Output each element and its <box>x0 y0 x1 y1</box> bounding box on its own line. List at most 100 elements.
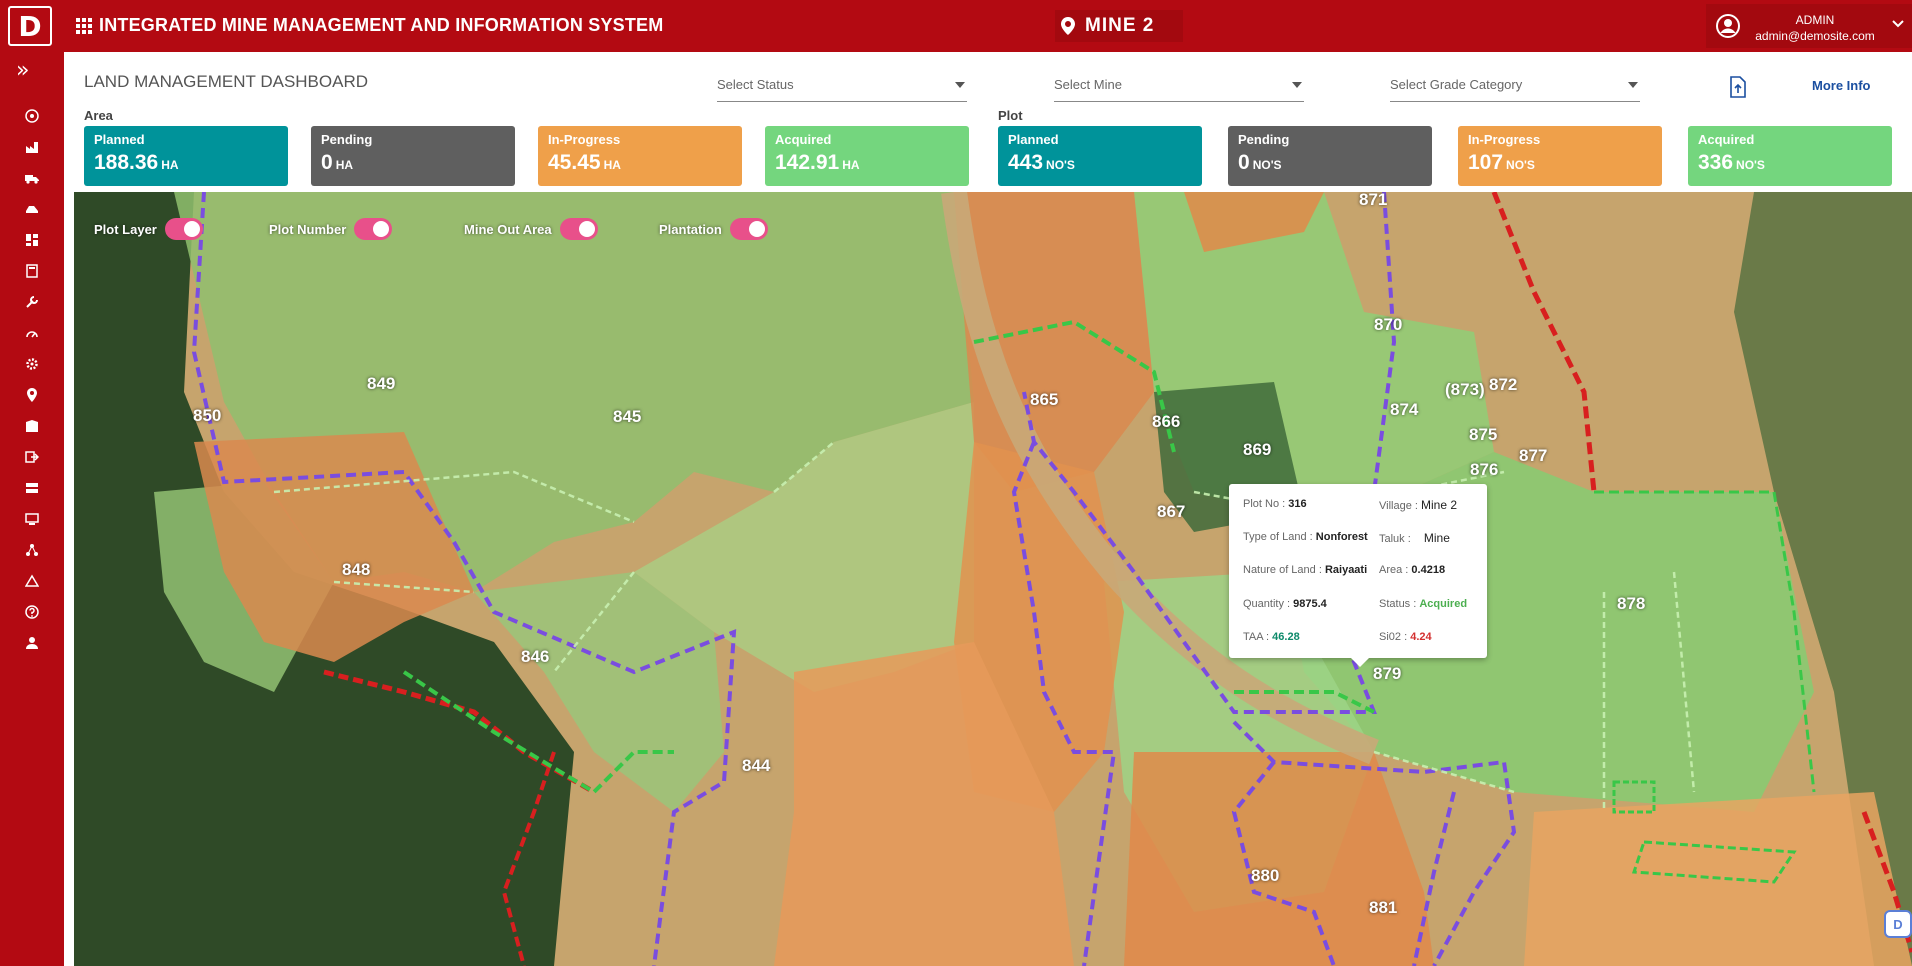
server-icon[interactable] <box>24 480 40 496</box>
card-value: 107 NO'S <box>1468 151 1535 174</box>
mine-select[interactable]: Select Mine <box>1054 72 1304 102</box>
plot-label[interactable]: 848 <box>342 560 370 580</box>
vehicle-icon[interactable] <box>24 201 40 217</box>
area-in-progress-card[interactable]: In-Progress 45.45 HA <box>538 126 742 186</box>
plot-label[interactable]: 866 <box>1152 412 1180 432</box>
land-map[interactable]: Plot Layer Plot Number Mine Out Area Pla… <box>74 192 1912 966</box>
card-label: Planned <box>94 132 145 147</box>
plot-label[interactable]: 871 <box>1359 192 1387 210</box>
toggle-label: Plot Layer <box>94 221 157 237</box>
tools-icon[interactable] <box>24 294 40 310</box>
plot-label[interactable]: 870 <box>1374 315 1402 335</box>
radar-icon[interactable] <box>24 108 40 124</box>
plot-label[interactable]: 881 <box>1369 898 1397 918</box>
plot-label[interactable]: 880 <box>1251 866 1279 886</box>
current-mine-selector[interactable]: MINE 2 <box>1055 10 1183 42</box>
area-planned-card[interactable]: Planned 188.36 HA <box>84 126 288 186</box>
plot-label[interactable]: 877 <box>1519 446 1547 466</box>
card-label: Planned <box>1008 132 1059 147</box>
card-value: 0 NO'S <box>1238 151 1282 174</box>
plot-planned-card[interactable]: Planned 443 NO'S <box>998 126 1202 186</box>
factory-icon[interactable] <box>24 139 40 155</box>
sidebar-expand-icon[interactable]: » <box>16 58 29 83</box>
card-label: Acquired <box>1698 132 1755 147</box>
area-pending-card[interactable]: Pending 0 HA <box>311 126 515 186</box>
app-logo[interactable]: D <box>8 6 52 46</box>
truck-icon[interactable] <box>24 170 40 186</box>
settings-icon[interactable] <box>24 356 40 372</box>
grade-category-select[interactable]: Select Grade Category <box>1390 72 1640 102</box>
grade-select-placeholder: Select Grade Category <box>1390 77 1523 92</box>
monitor-icon[interactable] <box>24 511 40 527</box>
plot-label[interactable]: 849 <box>367 374 395 394</box>
popup-status: Status : Acquired <box>1379 598 1468 610</box>
plot-label[interactable]: 846 <box>521 647 549 667</box>
toggle-switch[interactable] <box>354 218 393 240</box>
sidebar: » <box>0 52 64 966</box>
card-value: 0 HA <box>321 151 354 174</box>
plot-section-label: Plot <box>998 108 1023 123</box>
plot-label[interactable]: 865 <box>1030 390 1058 410</box>
plot-label[interactable]: 844 <box>742 756 770 776</box>
plot-label[interactable]: 879 <box>1373 664 1401 684</box>
status-select-placeholder: Select Status <box>717 77 794 92</box>
mine-out-area-toggle[interactable]: Mine Out Area <box>464 218 598 240</box>
plot-info-popup: Plot No : 316 Village : Mine 2 Type of L… <box>1229 484 1487 667</box>
network-icon[interactable] <box>24 542 40 558</box>
toggle-switch[interactable] <box>164 218 203 240</box>
popup-quantity: Quantity : 9875.4 <box>1243 598 1327 610</box>
export-icon[interactable] <box>24 449 40 465</box>
gauge-icon[interactable] <box>24 325 40 341</box>
card-label: Pending <box>1238 132 1290 147</box>
toggle-switch[interactable] <box>729 218 768 240</box>
plot-number-toggle[interactable]: Plot Number <box>269 218 393 240</box>
plot-label[interactable]: 878 <box>1617 594 1645 614</box>
plot-label[interactable]: 869 <box>1243 440 1271 460</box>
card-value: 336 NO'S <box>1698 151 1765 174</box>
card-label: Acquired <box>775 132 832 147</box>
user-avatar-icon <box>1716 14 1740 38</box>
user-menu[interactable]: ADMIN admin@demosite.com <box>1706 4 1912 48</box>
popup-nature-of-land: Nature of Land : Raiyaati <box>1243 564 1368 576</box>
page-title: LAND MANAGEMENT DASHBOARD <box>84 72 369 91</box>
popup-village: Village : Mine 2 <box>1379 498 1458 512</box>
plot-acquired-card[interactable]: Acquired 336 NO'S <box>1688 126 1892 186</box>
location-icon[interactable] <box>24 387 40 403</box>
area-acquired-card[interactable]: Acquired 142.91 HA <box>765 126 969 186</box>
toggle-label: Plot Number <box>269 221 347 237</box>
plot-pending-card[interactable]: Pending 0 NO'S <box>1228 126 1432 186</box>
toggle-label: Plantation <box>659 221 722 237</box>
building-icon[interactable] <box>24 418 40 434</box>
plot-label[interactable]: 845 <box>613 407 641 427</box>
status-select[interactable]: Select Status <box>717 72 967 102</box>
plot-label[interactable]: 867 <box>1157 502 1185 522</box>
plantation-toggle[interactable]: Plantation <box>659 218 768 240</box>
current-mine-label: MINE 2 <box>1085 15 1155 36</box>
card-label: In-Progress <box>1468 132 1541 147</box>
plot-label[interactable]: 874 <box>1390 400 1418 420</box>
more-info-link[interactable]: More Info <box>1812 78 1871 93</box>
plot-in-progress-card[interactable]: In-Progress 107 NO'S <box>1458 126 1662 186</box>
toggle-label: Mine Out Area <box>464 221 552 237</box>
user-icon[interactable] <box>24 635 40 651</box>
plot-layer-toggle[interactable]: Plot Layer <box>94 218 203 240</box>
plot-label[interactable]: (873) <box>1445 380 1485 400</box>
plot-label[interactable]: 875 <box>1469 425 1497 445</box>
plot-label[interactable]: 872 <box>1489 375 1517 395</box>
chat-help-button[interactable]: D <box>1884 910 1912 938</box>
plot-label[interactable]: 850 <box>193 406 221 426</box>
user-name: ADMIN <box>1795 13 1835 27</box>
toggle-switch[interactable] <box>559 218 598 240</box>
popup-area: Area : 0.4218 <box>1379 564 1446 576</box>
dashboard-icon[interactable] <box>24 232 40 248</box>
apps-grid-icon[interactable] <box>76 18 92 34</box>
file-export-icon[interactable] <box>1728 76 1748 98</box>
calculator-icon[interactable] <box>24 263 40 279</box>
help-icon[interactable] <box>24 604 40 620</box>
location-pin-icon <box>1061 17 1075 35</box>
warning-icon[interactable] <box>24 573 40 589</box>
card-label: In-Progress <box>548 132 621 147</box>
plot-label[interactable]: 876 <box>1470 460 1498 480</box>
popup-sio2: Si02 : 4.24 <box>1379 631 1432 643</box>
top-bar: D INTEGRATED MINE MANAGEMENT AND INFORMA… <box>0 0 1912 52</box>
